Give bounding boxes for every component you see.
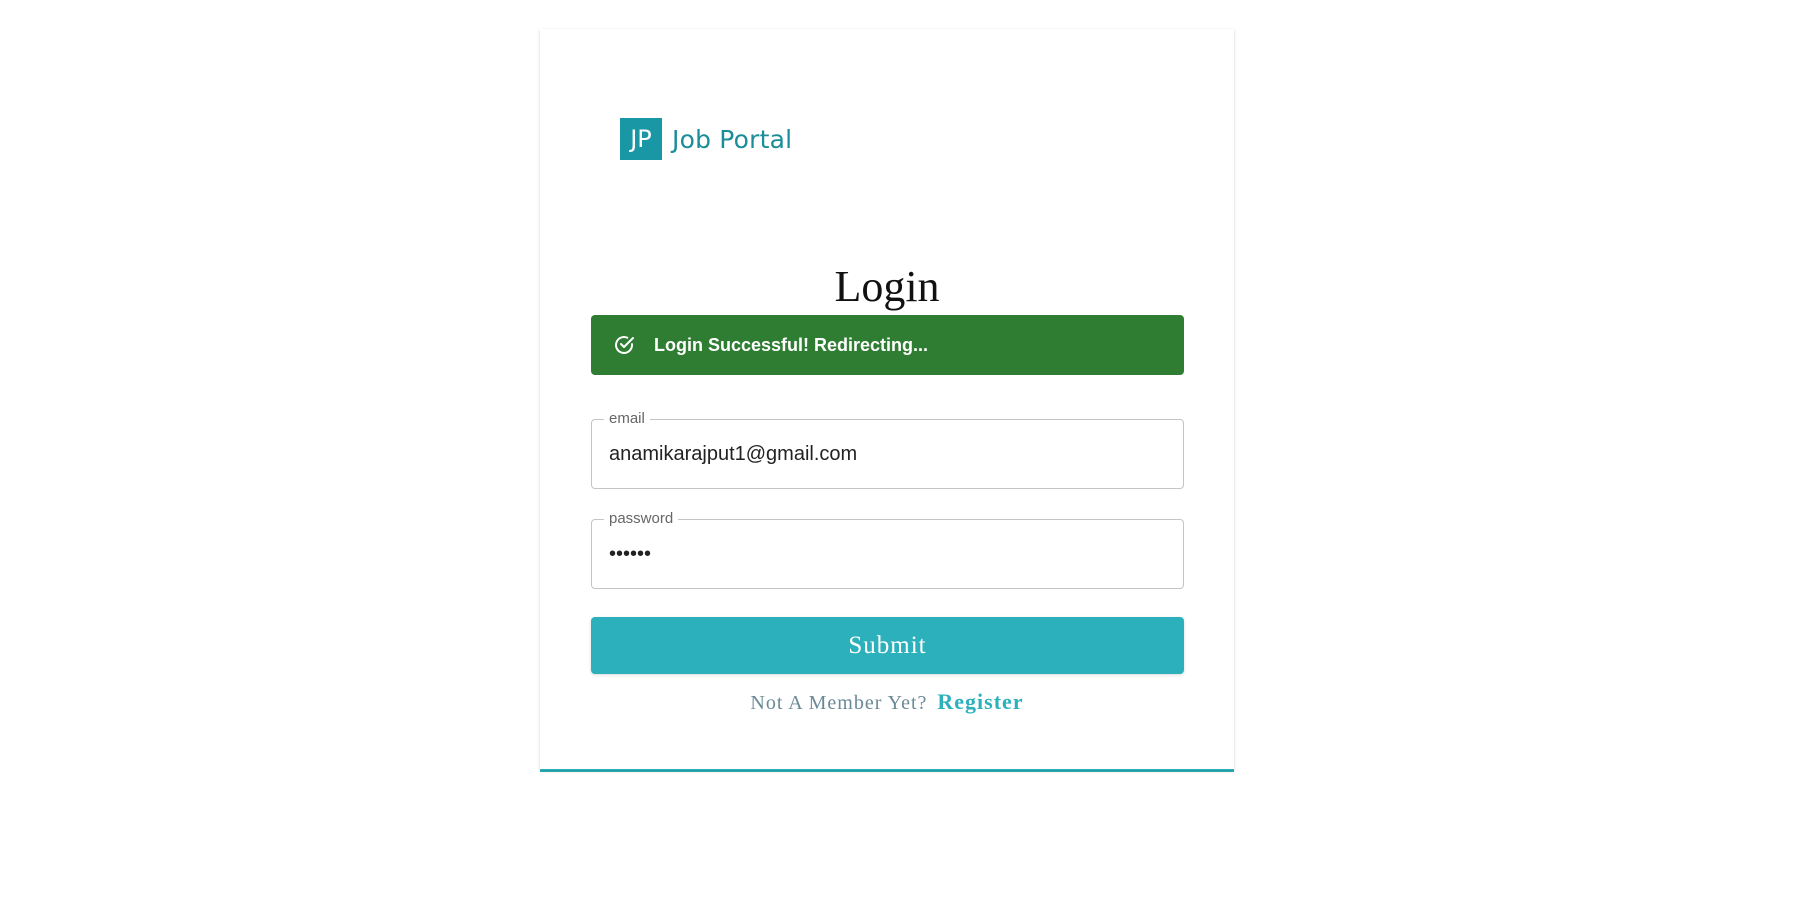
page-title: Login (834, 262, 940, 311)
check-circle-icon (611, 332, 637, 358)
email-field: email (591, 410, 1184, 489)
login-card: JP Job Portal Login Login Successful! Re… (540, 29, 1234, 770)
success-alert: Login Successful! Redirecting... (591, 315, 1184, 375)
logo-badge: JP (620, 118, 662, 160)
page: JP Job Portal Login Login Successful! Re… (0, 0, 1817, 918)
logo: JP Job Portal (620, 118, 792, 160)
email-input[interactable] (609, 420, 1169, 488)
alert-message: Login Successful! Redirecting... (654, 334, 929, 355)
password-field: password (591, 510, 1184, 589)
password-input[interactable] (609, 520, 1169, 588)
submit-button[interactable]: Submit (591, 617, 1184, 674)
register-prompt: Not A Member Yet? Register (540, 689, 1234, 715)
logo-text: Job Portal (672, 124, 793, 154)
register-prompt-text: Not A Member Yet? (750, 692, 928, 714)
register-link[interactable]: Register (937, 689, 1023, 714)
